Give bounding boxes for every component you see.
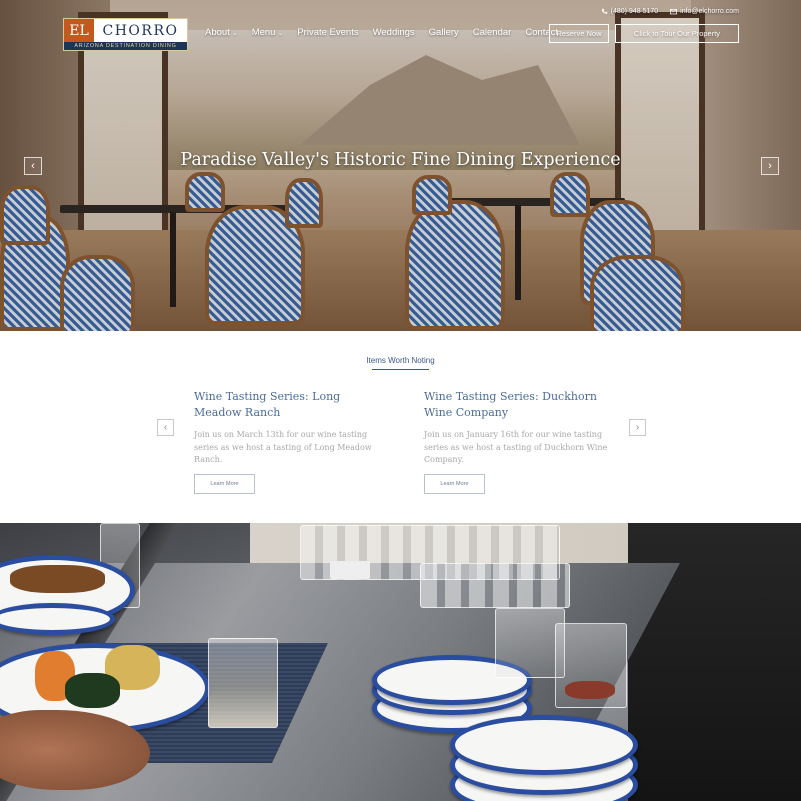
hero-prev-button[interactable]: ‹ [24, 157, 42, 175]
learn-more-button[interactable]: Learn More [194, 473, 255, 494]
email-address: info@elchorro.com [680, 8, 739, 15]
news-card: Wine Tasting Series: Duckhorn Wine Compa… [424, 389, 619, 494]
nav-private-events[interactable]: Private Events [297, 27, 358, 38]
notes-next-button[interactable]: › [629, 419, 646, 436]
water-glass [208, 638, 278, 728]
chevron-right-icon: › [635, 422, 640, 433]
news-card-title[interactable]: Wine Tasting Series: Duckhorn Wine Compa… [424, 389, 619, 421]
plated-fish [10, 565, 105, 593]
glassware-rack [420, 563, 570, 608]
phone-icon [601, 8, 607, 14]
nav-about[interactable]: About ⌄ [205, 27, 238, 38]
logo-tagline: ARIZONA DESTINATION DINING [74, 43, 177, 49]
reserve-now-button[interactable]: Reserve Now [549, 24, 609, 43]
chevron-down-icon: ⌄ [277, 29, 284, 37]
tour-property-button[interactable]: Click to Tour Our Property [615, 24, 739, 43]
hero-next-button[interactable]: › [761, 157, 779, 175]
stacked-plate [450, 715, 638, 775]
chevron-left-icon: ‹ [31, 160, 35, 172]
mail-icon [670, 9, 678, 15]
nav-gallery[interactable]: Gallery [429, 27, 459, 38]
news-card-body: Join us on January 16th for our wine tas… [424, 430, 608, 464]
hero-title: Paradise Valley's Historic Fine Dining E… [180, 150, 621, 170]
nav-weddings[interactable]: Weddings [373, 27, 415, 38]
nav-menu[interactable]: Menu ⌄ [252, 27, 284, 38]
phone-number: (480) 948 5170 [610, 8, 659, 15]
phone-link[interactable]: (480) 948 5170 [601, 8, 658, 15]
section-heading: Items Worth Noting [366, 356, 435, 365]
nav-about-label: About [205, 27, 230, 38]
main-nav: About ⌄ Menu ⌄ Private Events Weddings G… [205, 27, 572, 38]
notes-prev-button[interactable]: ‹ [157, 419, 174, 436]
logo-chorro: CHORRO [94, 19, 187, 42]
news-card-title[interactable]: Wine Tasting Series: Long Meadow Ranch [194, 389, 389, 421]
news-card: Wine Tasting Series: Long Meadow Ranch J… [194, 389, 389, 494]
chevron-down-icon: ⌄ [231, 29, 238, 37]
news-card-body: Join us on March 13th for our wine tasti… [194, 430, 372, 464]
section-divider [372, 369, 429, 370]
learn-more-button[interactable]: Learn More [424, 473, 485, 494]
chevron-left-icon: ‹ [163, 422, 168, 433]
site-logo[interactable]: EL CHORRO ARIZONA DESTINATION DINING [63, 18, 188, 51]
contact-bar: (480) 948 5170 info@elchorro.com [601, 8, 739, 15]
nav-menu-label: Menu [251, 27, 276, 38]
email-link[interactable]: info@elchorro.com [670, 8, 739, 15]
logo-el: EL [64, 19, 94, 42]
plated-greens [65, 673, 120, 708]
chevron-right-icon: › [768, 160, 772, 172]
garnish-cherries [565, 681, 615, 699]
nav-calendar[interactable]: Calendar [473, 27, 512, 38]
napkin [330, 561, 370, 579]
